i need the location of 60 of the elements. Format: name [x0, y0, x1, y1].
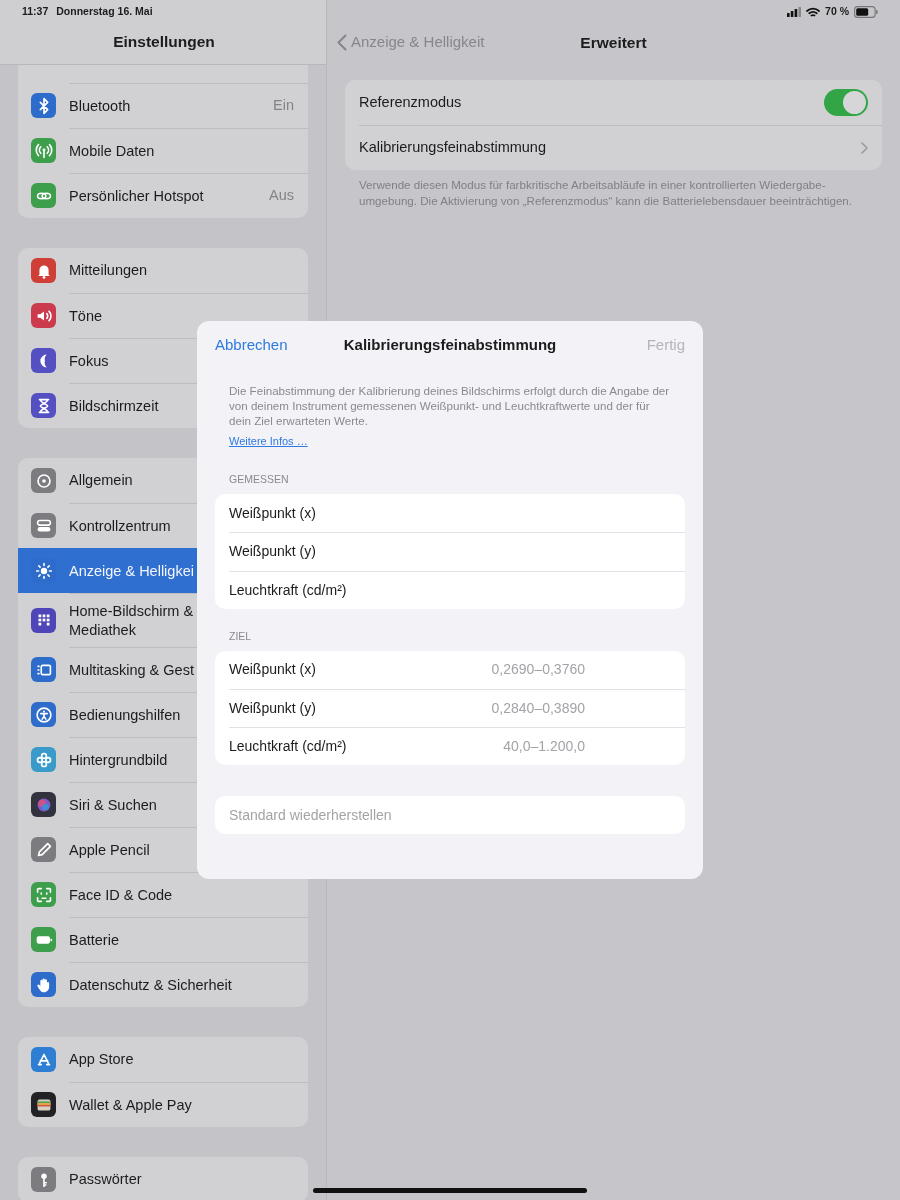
page-title: Erweitert	[580, 32, 647, 53]
item-label: Multitasking & Gest	[69, 660, 194, 680]
item-label: Datenschutz & Sicherheit	[69, 975, 232, 995]
item-label: Wallet & Apple Pay	[69, 1095, 192, 1115]
section-header: ZIEL	[229, 628, 253, 644]
item-label: Batterie	[69, 930, 119, 950]
sidebar-item[interactable]: Passwörter	[18, 1157, 308, 1200]
input-field[interactable]: 40,0–1.200,0	[465, 736, 585, 758]
sidebar-item[interactable]: Persönlicher Hotspot Aus	[18, 173, 308, 218]
item-label: Mobile Daten	[69, 141, 155, 161]
item-label: Bluetooth	[69, 96, 131, 116]
signal-icon	[787, 7, 802, 17]
item-value: Ein	[273, 96, 294, 116]
item-label: Allgemein	[69, 471, 133, 490]
input-field[interactable]: 0,2690–0,3760	[465, 659, 585, 681]
item-label: Persönlicher Hotspot	[69, 186, 204, 206]
input-field[interactable]: 0,2840–0,3890	[465, 698, 585, 719]
item-label: Passwörter	[69, 1170, 142, 1189]
description-text: Die Feinabstimmung der Kalibrierung deines Bildschirms erfolgt durch die Angabe der von deinem Instrument gemessenen Weißpunkt- und Leuchtkraftwerte und der für dein Ziel erwarteten Werte.	[229, 383, 671, 429]
item-label: Töne	[69, 306, 103, 326]
status-time: 11:37	[22, 4, 49, 19]
item-label: App Store	[69, 1050, 134, 1069]
field-label: Leuchtkraft (cd/m²)	[229, 737, 348, 757]
sidebar-title: Einstellungen	[112, 31, 216, 52]
section-header: GEMESSEN	[229, 472, 290, 488]
item-label: Face ID & Code	[69, 885, 173, 905]
item-label: Home-Bildschirm & Mediathek	[69, 602, 194, 639]
sidebar-item[interactable]: Wallet & Apple Pay	[18, 1082, 308, 1127]
cancel-button[interactable]: Abbrechen	[215, 333, 288, 357]
item-label: Anzeige & Helligkei	[69, 561, 194, 581]
item-label: Bildschirmzeit	[69, 396, 159, 416]
sidebar-item[interactable]: Bluetooth Ein	[18, 83, 308, 128]
sidebar-item[interactable]: Datenschutz & Sicherheit	[18, 962, 308, 1007]
chevron-right-icon	[861, 142, 868, 154]
item-label: Apple Pencil	[69, 840, 150, 860]
sidebar-item[interactable]: Mitteilungen	[18, 248, 308, 293]
battery-percent: 70 %	[825, 4, 849, 20]
setting-label: Referenzmodus	[359, 92, 463, 112]
more-info-link[interactable]: Weitere Infos …	[229, 433, 308, 450]
item-label: Hintergrundbild	[69, 750, 168, 770]
status-date: Donnerstag 16. Mai	[56, 4, 153, 19]
dialog-title: Kalibrierungsfeinabstimmung	[343, 334, 557, 355]
field-label: Weißpunkt (x)	[229, 660, 317, 680]
item-label: Fokus	[69, 351, 109, 371]
setting-label: Kalibrierungsfeinabstimmung	[359, 138, 547, 158]
footer-note: Verwende diesen Modus für farbkritische Arbeitsabläufe in einer kontrollierten Wiedergabe-umgebung. Die Aktivierung von „Referenzmodus“ kann die Batterielebensdauer beeinträchtigen.	[359, 177, 854, 209]
item-label: Siri & Suchen	[69, 795, 157, 815]
toggle-switch[interactable]	[824, 89, 868, 116]
item-label: Kontrollzentrum	[69, 516, 171, 536]
sidebar-item[interactable]: App Store	[18, 1037, 308, 1082]
field-label: Weißpunkt (y)	[229, 699, 317, 718]
item-value: Aus	[269, 186, 294, 206]
item-label: Bedienungshilfen	[69, 705, 181, 725]
wifi-icon	[806, 6, 821, 18]
field-label: Weißpunkt (x)	[229, 503, 317, 523]
sidebar-item[interactable]: Mobile Daten	[18, 128, 308, 173]
battery-icon	[854, 6, 878, 18]
chevron-left-icon	[337, 34, 347, 51]
sidebar-item[interactable]: Batterie	[18, 917, 308, 962]
item-label: Mitteilungen	[69, 261, 148, 280]
